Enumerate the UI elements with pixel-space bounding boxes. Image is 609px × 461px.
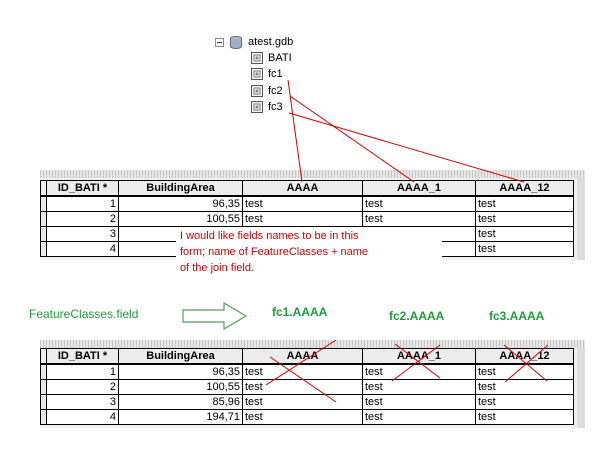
table-cell[interactable]: 194,71 <box>118 409 243 425</box>
vertical-scrollbar[interactable] <box>577 348 585 428</box>
table-cell[interactable]: 1 <box>46 195 119 212</box>
featureclasses-field-label: FeatureClasses.field <box>29 307 139 321</box>
connector-line-fc1 <box>287 79 303 183</box>
table-cell[interactable]: test <box>242 211 363 227</box>
table-cell[interactable]: 96,35 <box>118 195 243 212</box>
table-row[interactable]: 1 96,35 test test test <box>40 195 574 212</box>
fc2-field-label: fc2.AAAA <box>389 309 445 323</box>
table-cell[interactable]: test <box>475 409 574 425</box>
table-cell[interactable]: test <box>475 394 574 410</box>
table-cell[interactable]: 3 <box>46 394 119 410</box>
feature-class-icon <box>251 68 263 80</box>
column-header[interactable]: ID_BATI * <box>46 348 119 365</box>
table-cell[interactable]: test <box>475 195 574 212</box>
table-cell[interactable]: 2 <box>46 379 119 395</box>
table-cell[interactable]: 96,35 <box>118 363 243 380</box>
collapse-icon[interactable] <box>215 37 224 47</box>
table-row[interactable]: 3 85,96 test test test <box>40 394 574 410</box>
table-cell[interactable]: test <box>475 363 574 380</box>
arrow-right-icon <box>182 302 248 330</box>
column-header[interactable]: BuildingArea <box>118 348 243 365</box>
table-cell[interactable]: test <box>475 211 574 227</box>
table-cell[interactable]: test <box>362 195 476 212</box>
feature-class-icon <box>251 85 263 97</box>
table-cell[interactable]: test <box>242 394 363 410</box>
table-cell[interactable]: 1 <box>46 363 119 380</box>
fc1-field-label: fc1.AAAA <box>272 305 328 319</box>
table-cell[interactable]: test <box>242 379 363 395</box>
table-cell[interactable]: 4 <box>46 241 119 257</box>
table-cell[interactable]: test <box>362 409 476 425</box>
column-header[interactable]: AAAA_1 <box>362 180 476 197</box>
table-cell[interactable]: 3 <box>46 226 119 242</box>
table-cell[interactable]: 100,55 <box>118 211 243 227</box>
table-cell[interactable]: 100,55 <box>118 379 243 395</box>
table-cell[interactable]: test <box>475 226 574 242</box>
tree-item-label: fc3 <box>268 101 283 113</box>
column-header[interactable]: AAAA_12 <box>475 348 574 365</box>
tree-root[interactable]: atest.gdb <box>215 34 293 50</box>
table-cell[interactable]: 85,96 <box>118 394 243 410</box>
attribute-grid: ID_BATI * BuildingArea AAAA AAAA_1 AAAA_… <box>40 348 574 425</box>
feature-class-icon <box>251 52 263 64</box>
table-cell[interactable]: test <box>242 195 363 212</box>
table-cell[interactable]: test <box>242 409 363 425</box>
tree-item-label: fc1 <box>268 68 283 80</box>
column-header[interactable]: AAAA_12 <box>475 180 574 197</box>
annotation-line: of the join field. <box>180 262 254 274</box>
table-cell[interactable]: test <box>362 363 476 380</box>
column-header[interactable]: AAAA_1 <box>362 348 476 365</box>
table-cell[interactable]: test <box>475 379 574 395</box>
table-toolbar <box>40 170 585 178</box>
annotation-line: I would like fields names to be in this <box>180 230 359 242</box>
vertical-scrollbar[interactable] <box>577 178 585 260</box>
fc3-field-label: fc3.AAAA <box>489 309 545 323</box>
attribute-table-desired: ID_BATI * BuildingArea AAAA AAAA_1 AAAA_… <box>40 340 585 428</box>
table-row[interactable]: 1 96,35 test test test <box>40 363 574 380</box>
table-row[interactable]: 4 194,71 test test test <box>40 409 574 425</box>
table-toolbar <box>40 340 585 348</box>
column-header[interactable]: AAAA <box>242 180 363 197</box>
tree-item-bati[interactable]: BATI <box>251 50 292 66</box>
gdb-label: atest.gdb <box>248 36 294 48</box>
column-header[interactable]: BuildingArea <box>118 180 243 197</box>
header-row: ID_BATI * BuildingArea AAAA AAAA_1 AAAA_… <box>40 180 574 197</box>
table-row[interactable]: 2 100,55 test test test <box>40 379 574 395</box>
column-header[interactable]: AAAA <box>242 348 363 365</box>
table-cell[interactable]: test <box>242 363 363 380</box>
tree-item-fc3[interactable]: fc3 <box>251 99 283 115</box>
annotation-note: I would like fields names to be in this … <box>176 227 442 279</box>
feature-class-icon <box>251 101 263 113</box>
annotation-line: form; name of FeatureClasses + name <box>180 246 368 258</box>
column-header[interactable]: ID_BATI * <box>46 180 119 197</box>
table-cell[interactable]: test <box>362 394 476 410</box>
table-cell[interactable]: 2 <box>46 211 119 227</box>
table-cell[interactable]: test <box>475 241 574 257</box>
table-cell[interactable]: 4 <box>46 409 119 425</box>
table-row[interactable]: 2 100,55 test test test <box>40 211 574 227</box>
tree-item-label: BATI <box>268 52 292 64</box>
tree-item-fc1[interactable]: fc1 <box>251 66 283 82</box>
database-icon <box>230 35 242 49</box>
tree-item-fc2[interactable]: fc2 <box>251 83 283 99</box>
header-row: ID_BATI * BuildingArea AAAA AAAA_1 AAAA_… <box>40 348 574 365</box>
table-cell[interactable]: test <box>362 379 476 395</box>
tree-item-label: fc2 <box>268 85 283 97</box>
table-cell[interactable]: test <box>362 211 476 227</box>
